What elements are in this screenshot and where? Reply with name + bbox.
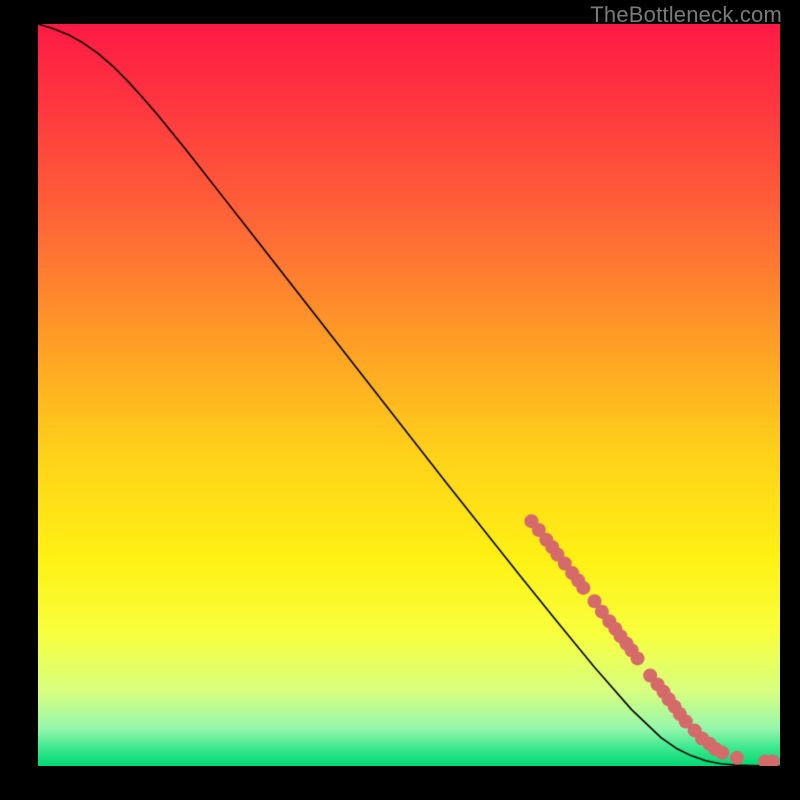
plot-area [38, 24, 780, 766]
watermark-label: TheBottleneck.com [590, 2, 782, 28]
chart-canvas [38, 24, 780, 766]
chart-frame: TheBottleneck.com [0, 0, 800, 800]
